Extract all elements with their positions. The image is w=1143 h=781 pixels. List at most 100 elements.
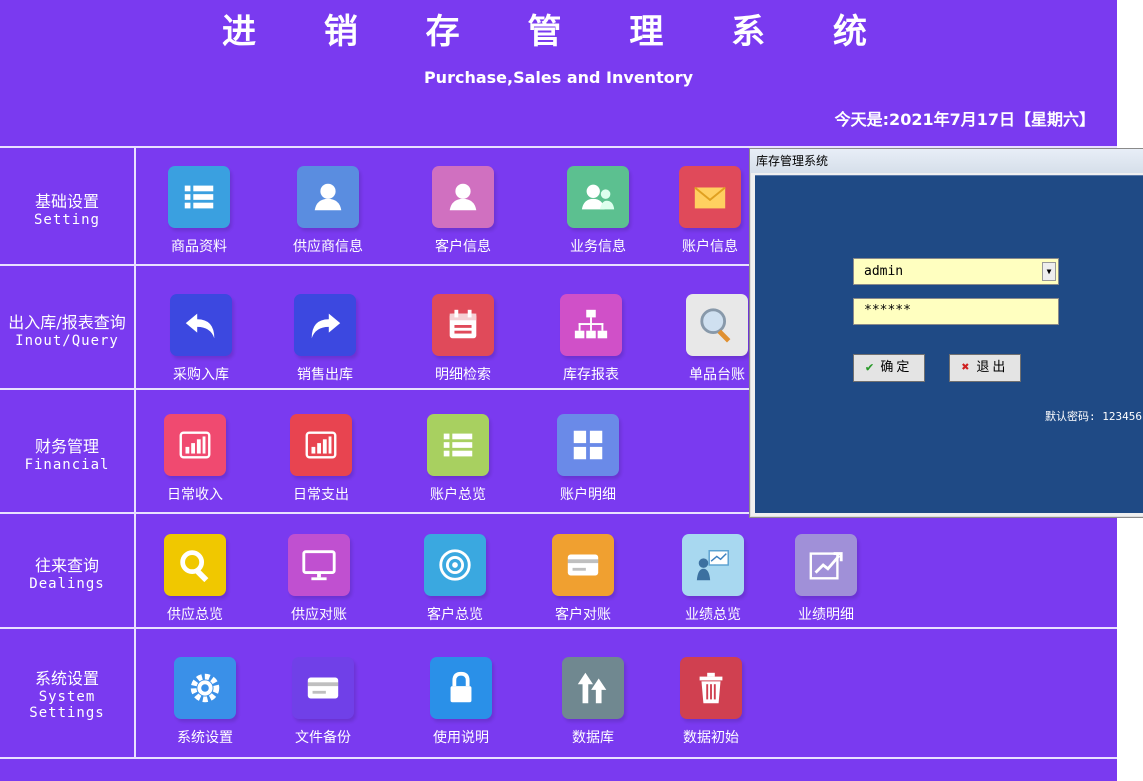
module-label: 销售出库 <box>297 367 353 383</box>
module-label: 供应总览 <box>167 607 223 623</box>
undo-icon <box>170 294 232 356</box>
ok-button[interactable]: ✔ 确定 <box>853 354 925 382</box>
redo-icon <box>294 294 356 356</box>
module-label: 业绩明细 <box>798 607 854 623</box>
module-label: 日常收入 <box>167 487 223 503</box>
bar-chart-icon <box>164 414 226 476</box>
card-icon <box>552 534 614 596</box>
module-button[interactable]: 数据库 <box>538 657 648 747</box>
password-field[interactable]: ****** <box>853 298 1059 325</box>
row-label: 财务管理 Financial <box>0 433 134 473</box>
row-label: 往来查询 Dealings <box>0 552 134 592</box>
row-label-cn: 出入库/报表查询 <box>8 312 126 332</box>
page-subtitle: Purchase,Sales and Inventory <box>423 68 694 87</box>
module-button[interactable]: 账户明细 <box>533 414 643 504</box>
lock-icon <box>430 657 492 719</box>
exit-button[interactable]: ✖ 退出 <box>949 354 1021 382</box>
module-button[interactable]: 供应对账 <box>264 534 374 624</box>
row-label: 出入库/报表查询 Inout/Query <box>0 309 134 349</box>
module-button[interactable]: 供应总览 <box>140 534 250 624</box>
module-button[interactable]: 库存报表 <box>536 294 646 384</box>
module-button[interactable]: 客户对账 <box>528 534 638 624</box>
module-button[interactable]: 日常收入 <box>140 414 250 504</box>
module-button[interactable]: 供应商信息 <box>273 166 383 256</box>
module-label: 文件备份 <box>295 730 351 746</box>
module-button[interactable]: 明细检索 <box>408 294 518 384</box>
module-label: 商品资料 <box>171 239 227 255</box>
username-select[interactable]: admin ▼ <box>853 258 1059 285</box>
check-icon: ✔ <box>865 360 877 375</box>
bar-chart-icon <box>290 414 352 476</box>
date-label: 今天是:2021年7月17日【星期六】 <box>834 110 1095 129</box>
dialog-title: 库存管理系统 <box>750 149 1143 173</box>
row-label: 系统设置 System Settings <box>0 665 134 721</box>
module-button[interactable]: 日常支出 <box>266 414 376 504</box>
exit-button-label: 退出 <box>976 360 1009 375</box>
module-button[interactable]: 客户总览 <box>400 534 510 624</box>
module-button[interactable]: 文件备份 <box>268 657 378 747</box>
row-label-cn: 系统设置 <box>34 669 99 688</box>
module-label: 客户信息 <box>435 239 491 255</box>
target-icon <box>424 534 486 596</box>
module-button[interactable]: 业绩总览 <box>658 534 768 624</box>
module-label: 账户明细 <box>560 487 616 503</box>
arrows-up-icon <box>562 657 624 719</box>
module-label: 使用说明 <box>433 730 489 746</box>
grid-icon <box>557 414 619 476</box>
login-dialog: 库存管理系统 admin ▼ ****** ✔ 确定 ✖ 退出 默认密码: 1234… <box>749 148 1143 518</box>
default-password-hint: 默认密码: 123456 <box>1045 410 1142 423</box>
module-button[interactable]: 销售出库 <box>270 294 380 384</box>
trash-icon <box>680 657 742 719</box>
module-label: 系统设置 <box>177 730 233 746</box>
module-label: 供应商信息 <box>293 239 363 255</box>
module-button[interactable]: 业绩明细 <box>771 534 881 624</box>
ok-button-label: 确定 <box>880 360 913 375</box>
module-label: 数据库 <box>572 730 614 746</box>
module-button[interactable]: 系统设置 <box>150 657 260 747</box>
module-button[interactable]: 使用说明 <box>406 657 516 747</box>
hierarchy-icon <box>560 294 622 356</box>
row-label-en: Dealings <box>29 576 105 592</box>
module-button[interactable]: 数据初始 <box>656 657 766 747</box>
close-icon: ✖ <box>961 360 973 375</box>
divider <box>0 627 1117 629</box>
module-label: 数据初始 <box>683 730 739 746</box>
row-label-cn: 往来查询 <box>34 556 99 575</box>
mail-icon <box>679 166 741 228</box>
list-icon <box>427 414 489 476</box>
module-button[interactable]: 采购入库 <box>146 294 256 384</box>
divider <box>0 757 1117 759</box>
page-title: 进 销 存 管 理 系 统 <box>221 12 896 52</box>
module-label: 采购入库 <box>173 367 229 383</box>
row-label-cn: 财务管理 <box>34 436 99 456</box>
monitor-icon <box>288 534 350 596</box>
divider <box>134 146 136 759</box>
module-button[interactable]: 商品资料 <box>144 166 254 256</box>
module-label: 明细检索 <box>435 367 491 383</box>
magnifier-icon <box>686 294 748 356</box>
card-icon <box>292 657 354 719</box>
username-value: admin <box>864 264 904 279</box>
module-label: 业务信息 <box>570 239 626 255</box>
module-button[interactable]: 账户总览 <box>403 414 513 504</box>
row-label-en: Setting <box>33 211 100 228</box>
module-label: 库存报表 <box>563 367 619 383</box>
module-label: 日常支出 <box>293 487 349 503</box>
row-label-en: Inout/Query <box>15 332 119 349</box>
user-icon <box>297 166 359 228</box>
module-label: 账户总览 <box>430 487 486 503</box>
row-label-cn: 基础设置 <box>34 191 99 211</box>
list-icon <box>168 166 230 228</box>
search-icon <box>164 534 226 596</box>
calendar-icon <box>432 294 494 356</box>
chevron-down-icon[interactable]: ▼ <box>1042 262 1056 281</box>
trend-icon <box>795 534 857 596</box>
module-button[interactable]: 客户信息 <box>408 166 518 256</box>
module-label: 业绩总览 <box>685 607 741 623</box>
presenter-icon <box>682 534 744 596</box>
row-label: 基础设置 Setting <box>0 188 134 228</box>
module-label: 供应对账 <box>291 607 347 623</box>
module-button[interactable]: 业务信息 <box>543 166 653 256</box>
module-label: 客户对账 <box>555 607 611 623</box>
gear-icon <box>174 657 236 719</box>
